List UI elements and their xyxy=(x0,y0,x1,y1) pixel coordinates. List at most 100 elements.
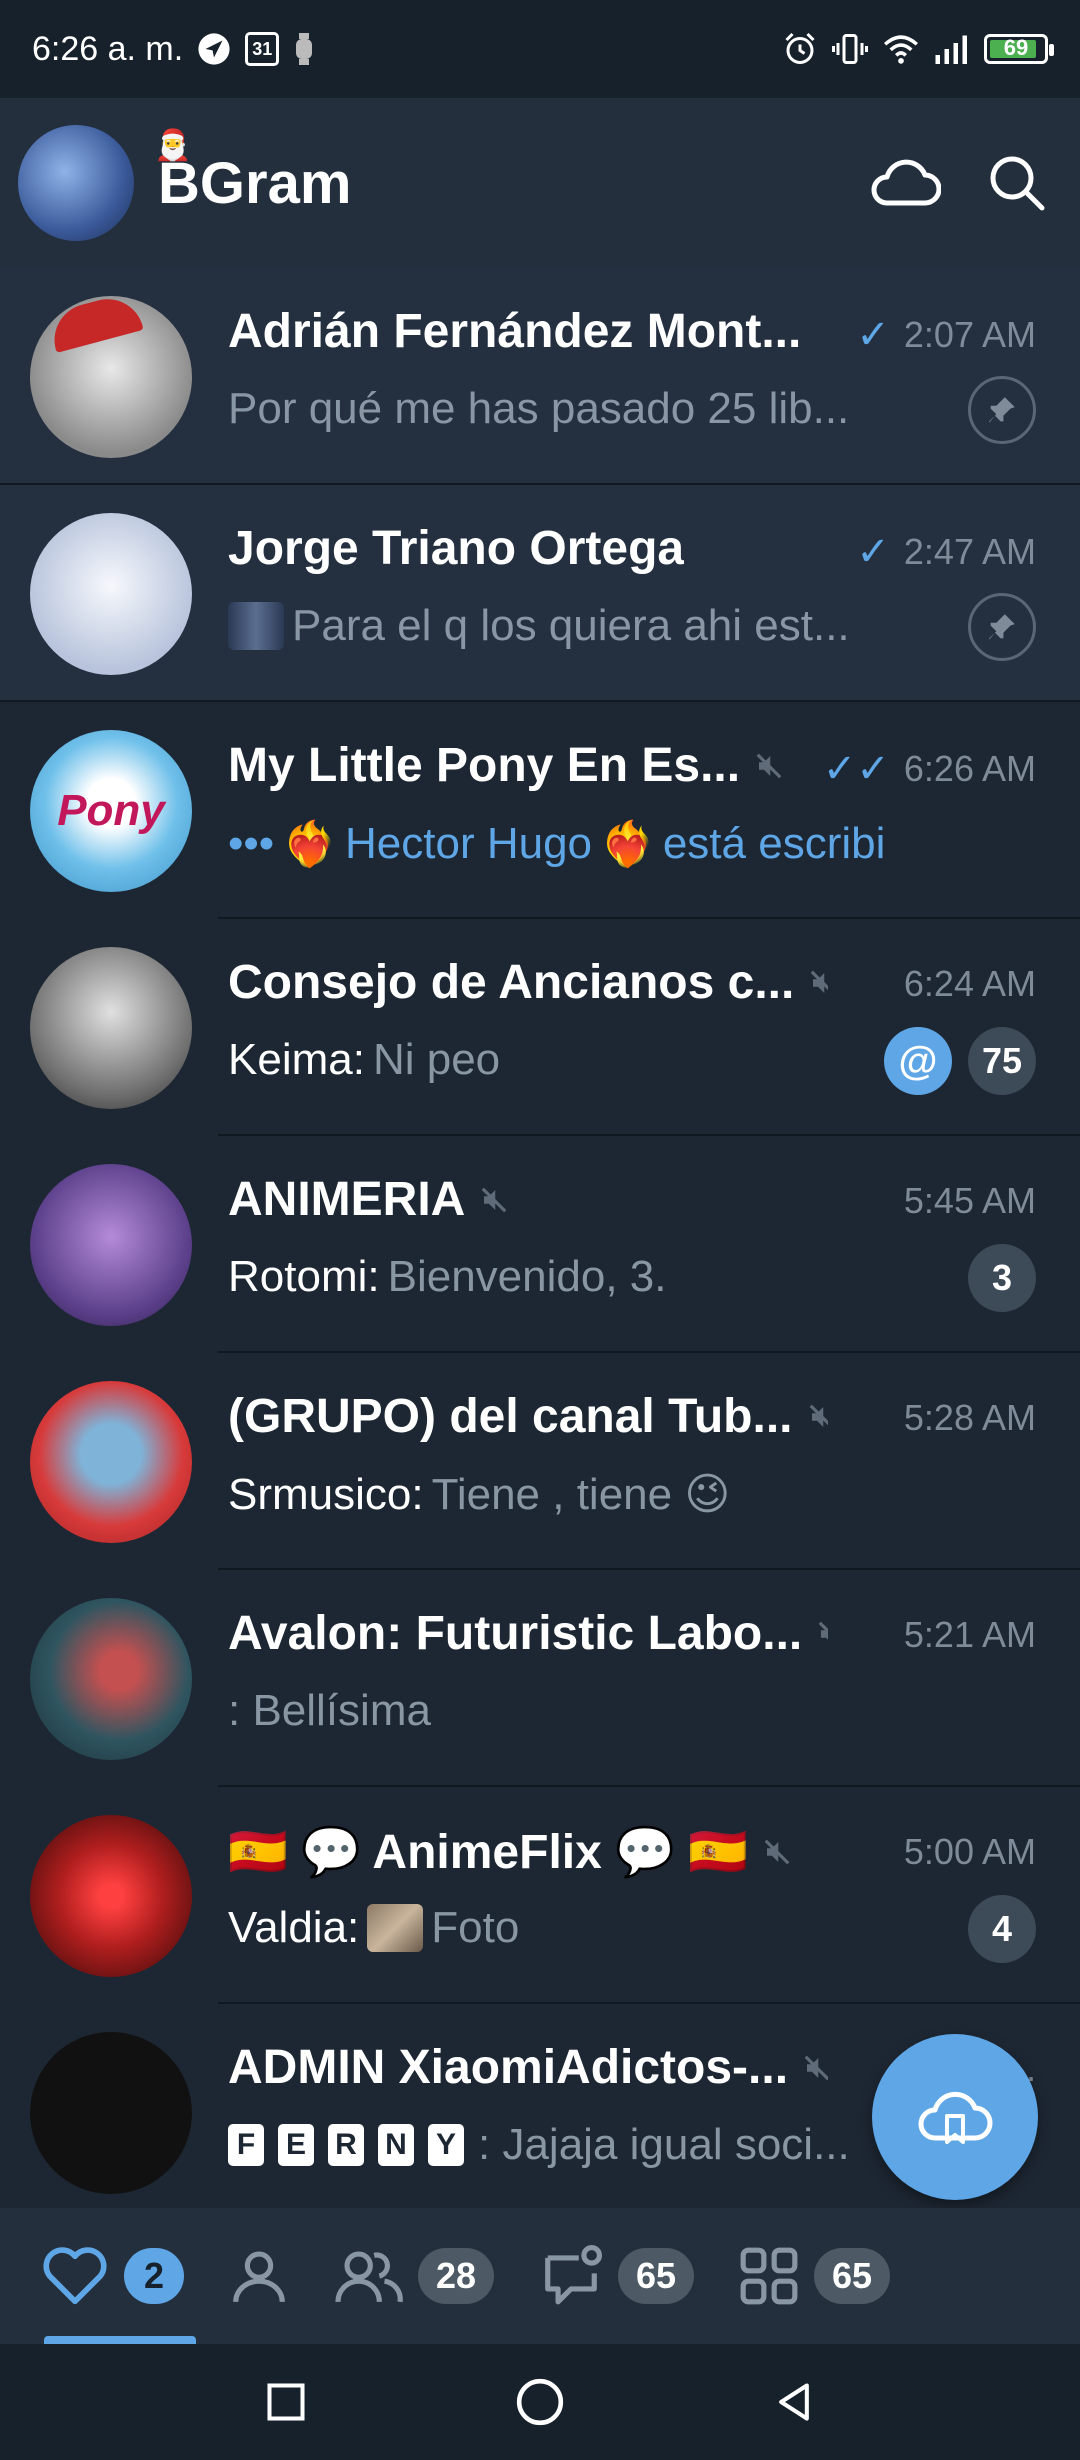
folder-tab-bar: 2 28 65 65 xyxy=(0,2208,1080,2344)
chat-time: 5:21 AM xyxy=(903,1614,1036,1655)
read-check-icon: ✓✓ xyxy=(822,747,890,791)
heart-icon xyxy=(43,2247,107,2305)
mute-icon xyxy=(816,1619,828,1649)
chat-row[interactable]: (GRUPO) del canal Tub... 5:28 AM Srmusic… xyxy=(0,1353,1080,1570)
group-icon xyxy=(335,2251,403,2303)
chat-time: 6:24 AM xyxy=(903,963,1036,1004)
watch-icon xyxy=(293,32,315,66)
grid-icon xyxy=(740,2247,798,2305)
chat-name: ADMIN XiaomiAdictos-... xyxy=(228,2041,789,2094)
chat-time: 6:26 AM xyxy=(903,748,1036,789)
sender-letter-tile: N xyxy=(378,2124,414,2166)
back-icon[interactable] xyxy=(772,2380,816,2424)
app-title: 🎅 BGram xyxy=(154,129,351,217)
fire-heart-icon: ❤️‍🔥 xyxy=(282,820,338,869)
person-icon xyxy=(233,2251,285,2303)
sender-letter-tile: E xyxy=(278,2124,314,2166)
mute-icon xyxy=(762,1837,792,1867)
chat-avatar xyxy=(30,1380,192,1543)
chat-name: My Little Pony En Es... xyxy=(228,739,741,792)
status-bar: 6:26 a. m. 31 69 xyxy=(0,0,1080,98)
battery-icon: 69 xyxy=(984,34,1054,64)
chat-preview: Ni peo xyxy=(372,1035,501,1084)
home-icon[interactable] xyxy=(515,2377,565,2427)
cloud-fab-button[interactable] xyxy=(872,2034,1038,2200)
chat-sender: Keima: xyxy=(228,1035,365,1084)
chat-row[interactable]: Jorge Triano Ortega ✓ 2:47 AM Para el q l… xyxy=(0,485,1080,702)
tab-chats[interactable]: 65 xyxy=(538,2208,694,2344)
typing-text: está escribi... xyxy=(662,819,888,868)
chat-avatar xyxy=(30,1163,192,1326)
chat-time: 2:47 AM xyxy=(903,531,1036,572)
unread-badge: 75 xyxy=(968,1027,1036,1095)
chat-sender: Srmusico: xyxy=(228,1469,424,1519)
mute-icon xyxy=(754,751,784,781)
chat-avatar: Pony xyxy=(30,729,192,892)
tab-contacts[interactable] xyxy=(228,2208,290,2344)
chat-row[interactable]: Avalon: Futuristic Labo... 5:21 AM : Bel… xyxy=(0,1570,1080,1787)
chat-time: 5:45 AM xyxy=(903,1180,1036,1221)
search-button[interactable] xyxy=(972,138,1062,228)
calendar-day: 31 xyxy=(252,38,273,59)
chat-avatar xyxy=(30,512,192,675)
typing-user: Hector Hugo xyxy=(345,819,593,868)
typing-dots-icon: ••• xyxy=(228,819,275,868)
signal-icon xyxy=(934,34,970,64)
status-time: 6:26 a. m. xyxy=(32,29,184,68)
chat-row[interactable]: 🇪🇸 💬 AnimeFlix 💬 🇪🇸 5:00 AM Valdia: Foto… xyxy=(0,1787,1080,2004)
wifi-icon xyxy=(882,32,920,66)
sender-letter-tile: F xyxy=(228,2124,264,2166)
tab-badge: 65 xyxy=(814,2248,890,2304)
tab-all[interactable]: 65 xyxy=(738,2208,890,2344)
chat-preview: Para el q los quiera ahi est... xyxy=(292,601,850,650)
chat-name: Avalon: Futuristic Labo... xyxy=(228,1607,803,1660)
chat-name: ANIMERIA xyxy=(228,1173,466,1226)
calendar-icon: 31 xyxy=(245,32,280,66)
mute-icon xyxy=(808,968,828,998)
chat-row[interactable]: Consejo de Ancianos c... 6:24 AM Keima: … xyxy=(0,919,1080,1136)
sent-check-icon: ✓ xyxy=(856,313,890,357)
chat-list: Adrián Fernández Mont... ✓ 2:07 AM Por qu… xyxy=(0,268,1080,2221)
tab-badge: 2 xyxy=(124,2248,184,2304)
chat-preview: : Bellísima xyxy=(228,1686,431,1735)
pin-icon xyxy=(968,376,1036,444)
cloud-icon xyxy=(871,159,941,206)
chat-preview: Tiene , tiene 😉 xyxy=(431,1470,731,1519)
tab-badge: 65 xyxy=(618,2248,694,2304)
unread-badge: 4 xyxy=(968,1895,1036,1963)
chat-preview: : Jajaja igual soci... xyxy=(478,2120,850,2169)
recents-icon[interactable] xyxy=(264,2380,308,2424)
mute-icon xyxy=(807,1402,828,1432)
sent-check-icon: ✓ xyxy=(856,530,890,574)
cloud-button[interactable] xyxy=(860,138,950,228)
unread-badge: 3 xyxy=(968,1244,1036,1312)
mute-icon xyxy=(802,2053,828,2083)
chat-name: Jorge Triano Ortega xyxy=(228,522,685,575)
photo-thumbnail xyxy=(367,1904,424,1952)
tab-groups[interactable]: 28 xyxy=(334,2208,494,2344)
tab-favorites[interactable]: 2 xyxy=(40,2208,196,2344)
chat-preview: Foto xyxy=(431,1903,520,1952)
chat-avatar xyxy=(30,1814,192,1977)
sender-letter-tile: Y xyxy=(428,2124,464,2166)
chat-row[interactable]: ANIMERIA 5:45 AM Rotomi: Bienvenido, 3. … xyxy=(0,1136,1080,1353)
chat-avatar xyxy=(30,946,192,1109)
chat-sender: Rotomi: xyxy=(228,1252,380,1301)
sender-letter-tile: R xyxy=(328,2124,364,2166)
tab-badge: 28 xyxy=(418,2248,494,2304)
chat-preview: Bienvenido, 3. xyxy=(387,1252,667,1301)
chat-bubble-icon xyxy=(545,2245,602,2305)
pin-icon xyxy=(968,593,1036,661)
chat-avatar xyxy=(30,1597,192,1760)
mention-badge: @ xyxy=(884,1027,952,1095)
chat-name: Consejo de Ancianos c... xyxy=(228,956,795,1009)
chat-sender: Valdia: xyxy=(228,1903,360,1952)
profile-avatar[interactable] xyxy=(18,125,134,241)
navigation-icon xyxy=(197,32,231,66)
chat-row[interactable]: Adrián Fernández Mont... ✓ 2:07 AM Por qu… xyxy=(0,268,1080,485)
chat-name: Adrián Fernández Mont... xyxy=(228,305,802,358)
fire-heart-icon: ❤️‍🔥 xyxy=(600,820,655,869)
vibrate-icon xyxy=(832,31,868,67)
chat-name: 🇪🇸 💬 AnimeFlix 💬 🇪🇸 xyxy=(228,1826,749,1879)
chat-row[interactable]: Pony My Little Pony En Es... ✓✓ 6:26 AM •… xyxy=(0,702,1080,919)
